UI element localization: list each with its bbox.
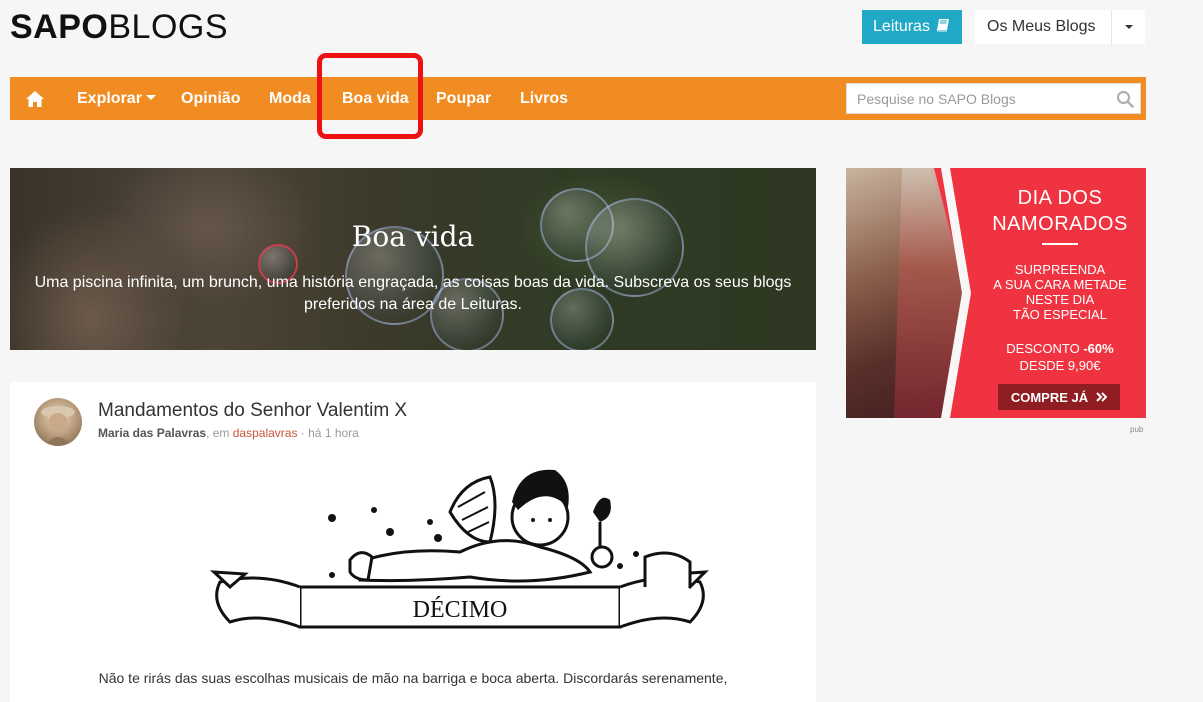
- home-icon: [25, 90, 45, 108]
- ad-headline-line: DIA DOS: [1017, 187, 1103, 209]
- leituras-label: Leituras: [873, 18, 930, 35]
- hero-title: Boa vida: [351, 220, 475, 253]
- ad-headline-line: NAMORADOS: [992, 213, 1128, 235]
- nav-explorar-label: Explorar: [77, 90, 142, 107]
- ad-buy-button[interactable]: COMPRE JÁ: [998, 384, 1120, 410]
- chevron-down-icon: [145, 95, 156, 101]
- category-hero: Boa vida Uma piscina infinita, um brunch…: [10, 168, 816, 350]
- cherub-illustration: DÉCIMO: [209, 469, 709, 629]
- post-time: · há 1 hora: [297, 426, 359, 440]
- nav-boa-vida[interactable]: Boa vida: [342, 77, 409, 120]
- ad-buy-label: COMPRE JÁ: [1010, 389, 1089, 405]
- chevron-down-icon: [1124, 25, 1133, 29]
- ad-headline: DIA DOS NAMORADOS: [970, 185, 1146, 237]
- search-icon[interactable]: [1110, 90, 1140, 108]
- search-input[interactable]: [847, 84, 1110, 113]
- hero-description: Uma piscina infinita, um brunch, uma his…: [34, 274, 792, 313]
- double-chevron-right-icon: [1096, 392, 1108, 402]
- nav-livros[interactable]: Livros: [520, 77, 568, 120]
- ad-discount-label: DESCONTO: [1006, 341, 1084, 356]
- nav-explorar[interactable]: Explorar: [77, 77, 156, 120]
- post-title[interactable]: Mandamentos do Senhor Valentim X: [98, 400, 407, 422]
- ad-price: DESDE 9,90€: [1019, 358, 1101, 373]
- ad-discount: DESCONTO -60% DESDE 9,90€: [970, 340, 1146, 374]
- banner-text: DÉCIMO: [413, 597, 508, 623]
- nav-home[interactable]: [24, 77, 46, 120]
- ad-subtext-line: A SUA CARA METADE: [993, 277, 1127, 292]
- nav-moda[interactable]: Moda: [269, 77, 311, 120]
- meta-sep: , em: [206, 426, 233, 440]
- post-author[interactable]: Maria das Palavras: [98, 426, 206, 440]
- ad-subtext-line: SURPREENDA: [1014, 262, 1106, 277]
- post-card: Mandamentos do Senhor Valentim X Maria d…: [10, 382, 816, 702]
- ad-subtext-line: NESTE DIA: [1025, 292, 1095, 307]
- my-blogs-dropdown[interactable]: Os Meus Blogs: [975, 10, 1145, 44]
- logo-strong: SAPO: [10, 8, 109, 46]
- ad-subtext: SURPREENDA A SUA CARA METADE NESTE DIA T…: [970, 262, 1146, 322]
- my-blogs-toggle[interactable]: [1112, 25, 1145, 29]
- ad-subtext-line: TÃO ESPECIAL: [1013, 307, 1107, 322]
- search-box: [846, 83, 1141, 114]
- nav-opiniao[interactable]: Opinião: [181, 77, 241, 120]
- nav-poupar[interactable]: Poupar: [436, 77, 491, 120]
- valentines-ad[interactable]: DIA DOS NAMORADOS SURPREENDA A SUA CARA …: [846, 168, 1146, 418]
- post-meta: Maria das Palavras, em daspalavras · há …: [98, 426, 359, 440]
- author-avatar[interactable]: [34, 398, 82, 446]
- post-excerpt: Não te rirás das suas escolhas musicais …: [98, 670, 728, 686]
- book-icon: [936, 18, 951, 37]
- post-blog-link[interactable]: daspalavras: [233, 426, 298, 440]
- sapo-blogs-logo[interactable]: SAPOBLOGS: [10, 10, 228, 44]
- ad-rule: [1042, 243, 1078, 245]
- leituras-button[interactable]: Leituras: [862, 10, 962, 44]
- ad-discount-value: -60%: [1083, 341, 1114, 356]
- my-blogs-label: Os Meus Blogs: [987, 18, 1096, 35]
- logo-light: BLOGS: [108, 8, 229, 46]
- ad-pub-label: pub: [1130, 425, 1144, 434]
